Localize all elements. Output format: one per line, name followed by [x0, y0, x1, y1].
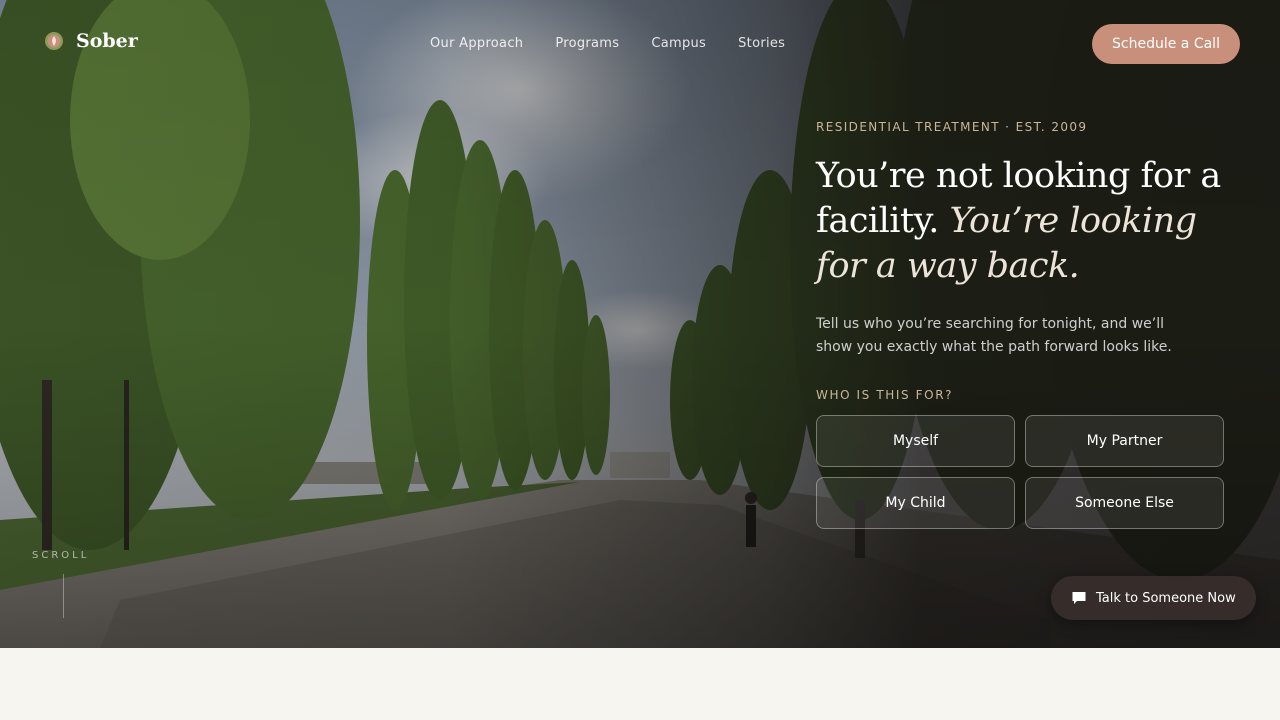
choice-someone-else-button[interactable]: Someone Else: [1025, 477, 1224, 529]
audience-choices: Myself My Partner My Child Someone Else: [816, 415, 1236, 529]
nav-link-programs[interactable]: Programs: [555, 36, 619, 51]
hero-headline: You’re not looking for a facility. You’r…: [816, 154, 1236, 289]
nav-links: Our Approach Programs Campus Stories: [430, 36, 785, 51]
hero-subtext: Tell us who you’re searching for tonight…: [816, 316, 1172, 355]
choice-my-child-button[interactable]: My Child: [816, 477, 1015, 529]
brand-logo[interactable]: Sober: [44, 30, 138, 52]
schedule-call-button[interactable]: Schedule a Call: [1092, 24, 1240, 64]
hero-copy: RESIDENTIAL TREATMENT · EST. 2009 You’re…: [816, 120, 1236, 529]
talk-to-someone-label: Talk to Someone Now: [1096, 590, 1236, 606]
scroll-indicator[interactable]: SCROLL: [32, 550, 90, 618]
scroll-label: SCROLL: [32, 550, 90, 561]
nav-link-our-approach[interactable]: Our Approach: [430, 36, 523, 51]
nav-link-stories[interactable]: Stories: [738, 36, 785, 51]
top-navigation: Sober Our Approach Programs Campus Stori…: [0, 0, 1280, 88]
choice-my-partner-button[interactable]: My Partner: [1025, 415, 1224, 467]
hero-eyebrow: RESIDENTIAL TREATMENT · EST. 2009: [816, 120, 1088, 134]
nav-link-campus[interactable]: Campus: [651, 36, 706, 51]
hero-section: Sober Our Approach Programs Campus Stori…: [0, 0, 1280, 648]
below-fold-section: [0, 648, 1280, 720]
brand-name: Sober: [76, 30, 138, 52]
chat-bubble-icon: [1072, 592, 1086, 604]
scroll-line: [63, 574, 64, 618]
choice-myself-button[interactable]: Myself: [816, 415, 1015, 467]
audience-question: WHO IS THIS FOR?: [816, 388, 954, 402]
flame-leaf-icon: [45, 32, 63, 50]
talk-to-someone-button[interactable]: Talk to Someone Now: [1051, 576, 1256, 620]
